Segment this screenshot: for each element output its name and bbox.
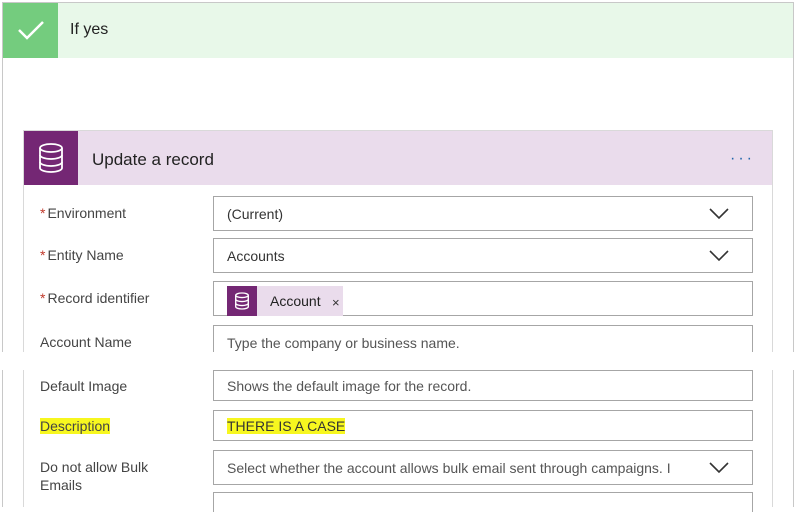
description-label: Description [40, 418, 111, 434]
action-title: Update a record [92, 150, 214, 169]
if-yes-title: If yes [70, 21, 109, 38]
entity-name-value: Accounts [227, 248, 285, 264]
required-marker: * [40, 290, 46, 306]
chevron-down-icon [709, 250, 729, 262]
default-image-placeholder: Shows the default image for the record. [227, 378, 472, 394]
entity-name-label-text: Entity Name [47, 247, 124, 263]
bulk-emails-placeholder: Select whether the account allows bulk e… [227, 460, 671, 476]
record-identifier-label: * Record identifier [40, 290, 149, 306]
bulk-emails-label-line1: Do not allow Bulk [40, 459, 149, 475]
account-token[interactable]: Account × [227, 286, 343, 316]
account-name-placeholder: Type the company or business name. [227, 335, 460, 351]
database-icon [227, 286, 257, 316]
record-identifier-label-text: Record identifier [47, 290, 150, 306]
account-name-label: Account Name [40, 334, 132, 350]
more-options-icon[interactable]: ··· [730, 150, 760, 168]
environment-label: * Environment [40, 205, 126, 221]
bulk-emails-label: Do not allow Bulk Emails [40, 458, 148, 494]
account-token-label: Account [270, 293, 321, 309]
environment-dropdown[interactable]: (Current) [213, 196, 753, 231]
required-marker: * [40, 247, 46, 263]
default-image-label: Default Image [40, 378, 128, 394]
description-value: THERE IS A CASE [227, 418, 346, 434]
chevron-down-icon [709, 462, 729, 474]
chevron-down-icon [709, 208, 729, 220]
default-image-input[interactable]: Shows the default image for the record. [213, 370, 753, 401]
bulk-emails-label-line2: Emails [40, 477, 83, 493]
entity-name-label: * Entity Name [40, 247, 124, 263]
screenshot-gap [0, 352, 797, 370]
description-input[interactable]: THERE IS A CASE [213, 410, 753, 441]
bulk-emails-dropdown[interactable]: Select whether the account allows bulk e… [213, 450, 753, 485]
database-icon [24, 131, 78, 185]
checkmark-icon [3, 3, 58, 58]
remove-token-icon[interactable]: × [332, 295, 340, 310]
environment-label-text: Environment [47, 205, 127, 221]
record-identifier-field[interactable]: Account × [213, 281, 753, 316]
entity-name-dropdown[interactable]: Accounts [213, 238, 753, 273]
next-field-partial[interactable] [213, 492, 753, 512]
environment-value: (Current) [227, 206, 284, 222]
required-marker: * [40, 205, 46, 221]
if-yes-header[interactable] [3, 3, 793, 58]
